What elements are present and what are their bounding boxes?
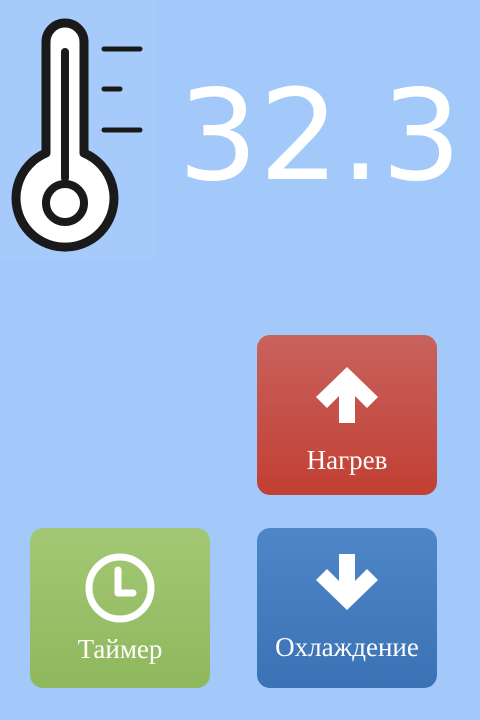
cool-button[interactable]: Охлаждение (257, 528, 437, 688)
arrow-up-icon (316, 367, 378, 423)
temperature-readout: 32.3 (178, 62, 463, 209)
timer-button-label: Таймер (77, 634, 163, 664)
heat-button-label: Нагрев (306, 445, 388, 475)
cool-button-label: Охлаждение (275, 632, 419, 662)
thermometer-icon (11, 18, 143, 252)
timer-button[interactable]: Таймер (30, 528, 210, 688)
heat-button[interactable]: Нагрев (257, 335, 437, 495)
arrow-down-icon (316, 554, 378, 610)
clock-icon (85, 553, 155, 623)
thermometer-tile (0, 0, 156, 258)
